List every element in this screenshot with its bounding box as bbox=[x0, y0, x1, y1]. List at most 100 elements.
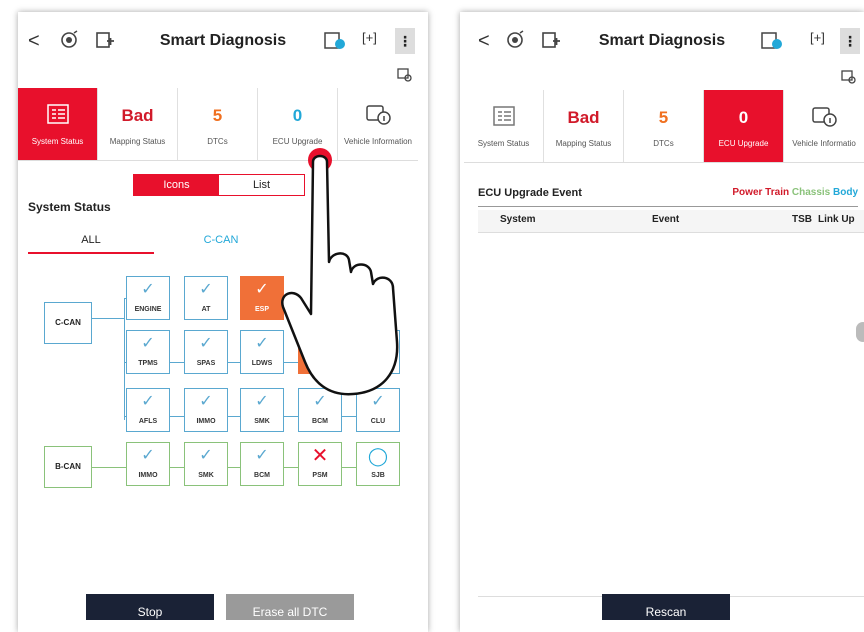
tab-label: Mapping Status bbox=[109, 137, 166, 146]
more-menu-button[interactable]: ⋮ bbox=[840, 28, 860, 54]
filter-body[interactable]: Body bbox=[833, 187, 858, 198]
ecu-node[interactable]: ✓ IMMO bbox=[126, 442, 170, 486]
ecu-label: ENGINE bbox=[134, 306, 162, 313]
check-icon: ✓ bbox=[199, 335, 213, 352]
event-table-header: System Event TSB Link Up bbox=[478, 210, 864, 233]
ecu-node[interactable]: ◯ SJB bbox=[356, 442, 400, 486]
check-icon: ✓ bbox=[141, 281, 155, 298]
category-filters: Power Train Chassis Body bbox=[732, 187, 858, 198]
check-icon: ✓ bbox=[199, 281, 213, 298]
check-icon: ✓ bbox=[141, 447, 155, 464]
tab-label: System Status bbox=[477, 139, 530, 148]
report-icon[interactable] bbox=[760, 30, 784, 57]
more-menu-button[interactable]: ⋮ bbox=[395, 28, 415, 54]
tab-label: DTCs bbox=[653, 139, 674, 148]
ecu-label: SJB bbox=[371, 472, 385, 479]
ecu-label: IMMO bbox=[138, 472, 158, 479]
col-system: System bbox=[500, 214, 536, 225]
col-link-up: Link Up bbox=[818, 214, 855, 225]
c-can-bus: C-CAN bbox=[44, 302, 92, 344]
check-icon: ✓ bbox=[141, 393, 155, 410]
rescan-button[interactable]: Rescan bbox=[602, 594, 730, 620]
vehicle-search-icon[interactable] bbox=[396, 66, 412, 87]
ecu-node[interactable]: ✓ SMK bbox=[184, 442, 228, 486]
ecu-label: BCM bbox=[312, 418, 328, 425]
vehicle-info-icon bbox=[784, 105, 864, 134]
report-icon[interactable] bbox=[323, 30, 347, 57]
tab-ecu-upgrade[interactable]: 0 ECU Upgrade bbox=[704, 90, 784, 162]
tap-gesture-hand-icon bbox=[281, 148, 399, 396]
ecu-upgrade-count: 0 bbox=[738, 108, 749, 127]
col-tsb: TSB bbox=[792, 214, 812, 225]
dtc-count: 5 bbox=[658, 108, 669, 127]
left-screen: < Smart Diagnosis [+] ⋮ System Status Ba… bbox=[18, 12, 428, 632]
tab-label: Vehicle Informatio bbox=[792, 139, 856, 148]
ecu-node[interactable]: ✕ PSM bbox=[298, 442, 342, 486]
ecu-label: TPMS bbox=[138, 360, 158, 367]
ecu-label: SMK bbox=[254, 418, 270, 425]
ecu-node[interactable]: ✓ AT bbox=[184, 276, 228, 320]
system-status-icon bbox=[18, 103, 97, 130]
vehicle-search-icon[interactable] bbox=[840, 68, 856, 89]
tab-label: ECU Upgrade bbox=[718, 139, 769, 148]
mapping-status-value: Bad bbox=[567, 108, 600, 127]
vehicle-info-icon bbox=[338, 103, 418, 132]
ecu-label: CLU bbox=[370, 418, 386, 425]
loading-icon: ◯ bbox=[367, 446, 389, 466]
summary-tabs: System Status Bad Mapping Status 5 DTCs … bbox=[464, 90, 864, 163]
tab-mapping-status[interactable]: Bad Mapping Status bbox=[544, 90, 624, 162]
erase-all-dtc-button[interactable]: Erase all DTC bbox=[226, 594, 354, 620]
ecu-label: AFLS bbox=[138, 418, 158, 425]
ecu-node[interactable]: ✓ IMMO bbox=[184, 388, 228, 432]
ecu-label: BCM bbox=[254, 472, 270, 479]
top-bar: < Smart Diagnosis [+] ⋮ bbox=[18, 12, 428, 72]
right-screen: < Smart Diagnosis [+] ⋮ System Status Ba… bbox=[460, 12, 864, 632]
b-can-bus: B-CAN bbox=[44, 446, 92, 488]
tab-system-status[interactable]: System Status bbox=[464, 90, 544, 162]
bus-line bbox=[91, 318, 125, 319]
ecu-label: SPAS bbox=[196, 360, 216, 367]
ecu-label: SMK bbox=[198, 472, 214, 479]
tab-mapping-status[interactable]: Bad Mapping Status bbox=[98, 88, 178, 160]
check-icon: ✓ bbox=[199, 393, 213, 410]
event-table-body bbox=[478, 232, 864, 597]
mapping-status-value: Bad bbox=[121, 106, 154, 125]
check-icon: ✓ bbox=[255, 447, 269, 464]
error-cross-icon: ✕ bbox=[311, 445, 329, 467]
tab-c-can[interactable]: C-CAN bbox=[158, 228, 284, 252]
tab-dtcs[interactable]: 5 DTCs bbox=[624, 90, 704, 162]
tab-label: Mapping Status bbox=[555, 139, 612, 148]
divider bbox=[478, 206, 858, 207]
dtc-count: 5 bbox=[212, 106, 223, 125]
ecu-label: IMMO bbox=[196, 418, 216, 425]
tab-label: System Status bbox=[31, 137, 84, 146]
system-status-icon bbox=[464, 105, 543, 132]
tab-dtcs[interactable]: 5 DTCs bbox=[178, 88, 258, 160]
ecu-upgrade-count: 0 bbox=[292, 106, 303, 125]
fullscreen-icon[interactable]: [+] bbox=[362, 30, 377, 45]
fullscreen-icon[interactable]: [+] bbox=[810, 30, 825, 45]
section-title: System Status bbox=[28, 200, 111, 214]
ecu-upgrade-event-title: ECU Upgrade Event bbox=[478, 187, 582, 199]
tab-label: DTCs bbox=[207, 137, 228, 146]
top-bar: < Smart Diagnosis [+] ⋮ bbox=[460, 12, 864, 72]
ecu-node[interactable]: ✓ BCM bbox=[240, 442, 284, 486]
ecu-node[interactable]: ✓ SPAS bbox=[184, 330, 228, 374]
tab-vehicle-information[interactable]: Vehicle Informatio bbox=[784, 90, 864, 162]
ecu-node[interactable]: ✓ ENGINE bbox=[126, 276, 170, 320]
ecu-label: AT bbox=[201, 306, 211, 313]
page-title: Smart Diagnosis bbox=[598, 32, 726, 49]
check-icon: ✓ bbox=[141, 335, 155, 352]
col-event: Event bbox=[652, 214, 680, 225]
filter-chassis[interactable]: Chassis bbox=[792, 187, 830, 198]
filter-power-train[interactable]: Power Train bbox=[732, 187, 789, 198]
ecu-label: PSM bbox=[312, 472, 328, 479]
scroll-handle[interactable] bbox=[856, 322, 864, 342]
stop-button[interactable]: Stop bbox=[86, 594, 214, 620]
ecu-node[interactable]: ✓ TPMS bbox=[126, 330, 170, 374]
ecu-node[interactable]: ✓ AFLS bbox=[126, 388, 170, 432]
tab-all[interactable]: ALL bbox=[28, 228, 154, 254]
bus-line bbox=[124, 298, 125, 420]
icons-view-button[interactable]: Icons bbox=[134, 175, 219, 195]
tab-system-status[interactable]: System Status bbox=[18, 88, 98, 160]
